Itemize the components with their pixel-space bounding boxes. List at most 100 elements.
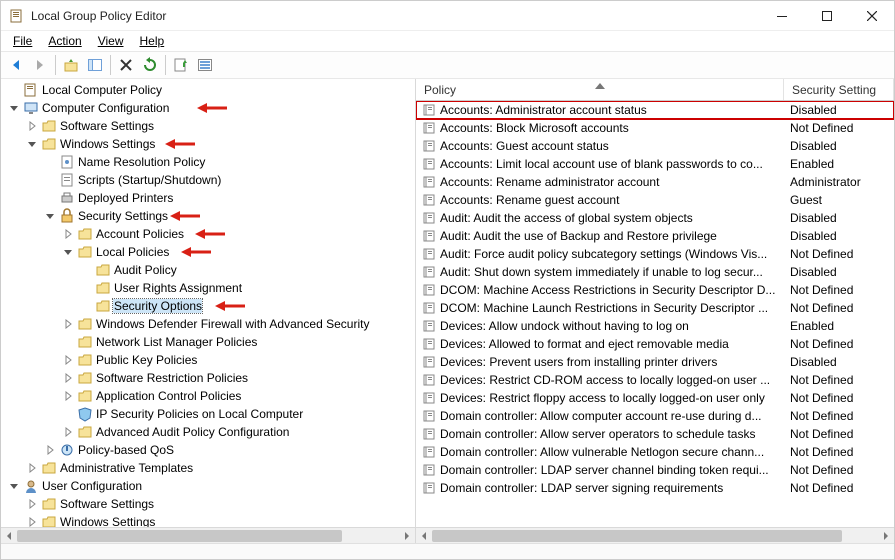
tree-scripts[interactable]: Scripts (Startup/Shutdown) — [5, 171, 415, 189]
policy-setting: Enabled — [784, 157, 894, 171]
tree-app-control[interactable]: Application Control Policies — [5, 387, 415, 405]
scroll-track[interactable] — [17, 528, 399, 544]
tree-pane[interactable]: Local Computer Policy Computer Configura… — [1, 79, 416, 543]
policy-item-icon — [422, 228, 438, 244]
policy-row[interactable]: Accounts: Administrator account statusDi… — [416, 101, 894, 119]
scroll-right-icon[interactable] — [399, 528, 415, 544]
expand-icon[interactable] — [61, 371, 75, 385]
expand-icon[interactable] — [61, 317, 75, 331]
collapse-icon[interactable] — [7, 101, 21, 115]
expand-icon[interactable] — [43, 443, 57, 457]
tree-software-settings[interactable]: Software Settings — [5, 117, 415, 135]
expand-icon[interactable] — [61, 425, 75, 439]
policy-row[interactable]: Audit: Audit the use of Backup and Resto… — [416, 227, 894, 245]
collapse-icon[interactable] — [25, 137, 39, 151]
policy-row[interactable]: Devices: Prevent users from installing p… — [416, 353, 894, 371]
tree-user-rights[interactable]: User Rights Assignment — [5, 279, 415, 297]
tree-computer-config[interactable]: Computer Configuration — [5, 99, 415, 117]
tree-audit-policy[interactable]: Audit Policy — [5, 261, 415, 279]
export-button[interactable] — [170, 54, 192, 76]
tree-network-list[interactable]: Network List Manager Policies — [5, 333, 415, 351]
expand-icon[interactable] — [25, 119, 39, 133]
collapse-icon[interactable] — [7, 479, 21, 493]
expand-icon[interactable] — [61, 227, 75, 241]
policy-name: Accounts: Administrator account status — [440, 103, 784, 117]
expand-icon[interactable] — [61, 353, 75, 367]
column-header-policy[interactable]: Policy — [416, 79, 784, 100]
tree-admin-templates[interactable]: Administrative Templates — [5, 459, 415, 477]
tree-label: Public Key Policies — [95, 353, 197, 367]
policy-row[interactable]: Accounts: Block Microsoft accountsNot De… — [416, 119, 894, 137]
collapse-icon[interactable] — [43, 209, 57, 223]
menu-help[interactable]: Help — [132, 33, 173, 49]
refresh-button[interactable] — [139, 54, 161, 76]
policy-row[interactable]: Devices: Restrict floppy access to local… — [416, 389, 894, 407]
tree-advanced-audit[interactable]: Advanced Audit Policy Configuration — [5, 423, 415, 441]
tree-public-key[interactable]: Public Key Policies — [5, 351, 415, 369]
policy-row[interactable]: Domain controller: LDAP server channel b… — [416, 461, 894, 479]
scroll-thumb[interactable] — [17, 530, 342, 542]
tree-security-options[interactable]: Security Options — [5, 297, 415, 315]
list-body[interactable]: Accounts: Administrator account statusDi… — [416, 101, 894, 527]
policy-setting: Not Defined — [784, 427, 894, 441]
policy-row[interactable]: Domain controller: Allow computer accoun… — [416, 407, 894, 425]
tree-name-resolution[interactable]: Name Resolution Policy — [5, 153, 415, 171]
tree-local-policies[interactable]: Local Policies — [5, 243, 415, 261]
maximize-button[interactable] — [804, 1, 849, 31]
tree-label: Advanced Audit Policy Configuration — [95, 425, 289, 439]
policy-row[interactable]: Audit: Force audit policy subcategory se… — [416, 245, 894, 263]
policy-row[interactable]: DCOM: Machine Access Restrictions in Sec… — [416, 281, 894, 299]
expand-icon[interactable] — [25, 497, 39, 511]
column-header-setting[interactable]: Security Setting — [784, 79, 894, 100]
policy-name: DCOM: Machine Access Restrictions in Sec… — [440, 283, 784, 297]
list-scrollbar[interactable] — [416, 527, 894, 543]
tree-software-restriction[interactable]: Software Restriction Policies — [5, 369, 415, 387]
policy-row[interactable]: Accounts: Guest account statusDisabled — [416, 137, 894, 155]
tree-deployed-printers[interactable]: Deployed Printers — [5, 189, 415, 207]
tree-policy-qos[interactable]: Policy-based QoS — [5, 441, 415, 459]
tree-security-settings[interactable]: Security Settings — [5, 207, 415, 225]
scroll-right-icon[interactable] — [878, 528, 894, 544]
menu-view[interactable]: View — [90, 33, 132, 49]
policy-row[interactable]: Domain controller: Allow server operator… — [416, 425, 894, 443]
policy-row[interactable]: Devices: Allowed to format and eject rem… — [416, 335, 894, 353]
back-button[interactable] — [5, 54, 27, 76]
up-button[interactable] — [60, 54, 82, 76]
tree-windows-settings[interactable]: Windows Settings — [5, 135, 415, 153]
close-button[interactable] — [849, 1, 894, 31]
policy-row[interactable]: Devices: Restrict CD-ROM access to local… — [416, 371, 894, 389]
tree-account-policies[interactable]: Account Policies — [5, 225, 415, 243]
policy-row[interactable]: DCOM: Machine Launch Restrictions in Sec… — [416, 299, 894, 317]
policy-row[interactable]: Accounts: Rename guest accountGuest — [416, 191, 894, 209]
show-hide-tree-button[interactable] — [84, 54, 106, 76]
scroll-track[interactable] — [432, 528, 878, 544]
collapse-icon[interactable] — [61, 245, 75, 259]
tree-user-config[interactable]: User Configuration — [5, 477, 415, 495]
scroll-left-icon[interactable] — [1, 528, 17, 544]
delete-button[interactable] — [115, 54, 137, 76]
scroll-left-icon[interactable] — [416, 528, 432, 544]
policy-row[interactable]: Audit: Audit the access of global system… — [416, 209, 894, 227]
policy-row[interactable]: Domain controller: LDAP server signing r… — [416, 479, 894, 497]
menu-file[interactable]: File — [5, 33, 40, 49]
expand-icon[interactable] — [61, 389, 75, 403]
tree-wd-firewall[interactable]: Windows Defender Firewall with Advanced … — [5, 315, 415, 333]
expand-icon[interactable] — [25, 461, 39, 475]
policy-item-icon — [422, 174, 438, 190]
tree-scrollbar[interactable] — [1, 527, 415, 543]
policy-row[interactable]: Audit: Shut down system immediately if u… — [416, 263, 894, 281]
tree-user-software-settings[interactable]: Software Settings — [5, 495, 415, 513]
policy-row[interactable]: Devices: Allow undock without having to … — [416, 317, 894, 335]
menu-action[interactable]: Action — [40, 33, 89, 49]
policy-row[interactable]: Domain controller: Allow vulnerable Netl… — [416, 443, 894, 461]
policy-name: Audit: Force audit policy subcategory se… — [440, 247, 784, 261]
scroll-thumb[interactable] — [432, 530, 842, 542]
policy-row[interactable]: Accounts: Rename administrator accountAd… — [416, 173, 894, 191]
forward-button[interactable] — [29, 54, 51, 76]
policy-row[interactable]: Accounts: Limit local account use of bla… — [416, 155, 894, 173]
filter-button[interactable] — [194, 54, 216, 76]
minimize-button[interactable] — [759, 1, 804, 31]
tree-ip-security[interactable]: IP Security Policies on Local Computer — [5, 405, 415, 423]
tree-root[interactable]: Local Computer Policy — [5, 81, 415, 99]
folder-icon — [41, 118, 57, 134]
